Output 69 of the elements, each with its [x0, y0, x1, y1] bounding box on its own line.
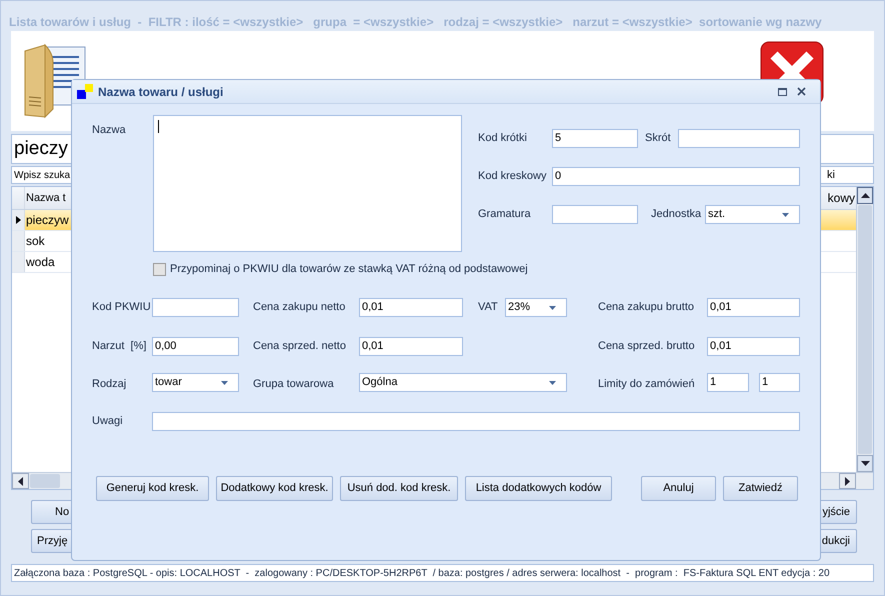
- field-label: Cena sprzed. brutto: [598, 339, 695, 354]
- input-field[interactable]: 0,01: [707, 337, 800, 356]
- column-header[interactable]: kowy: [828, 189, 855, 207]
- field-label: VAT: [478, 300, 498, 316]
- field-label: Skrót: [645, 131, 671, 146]
- field-label: Rodzaj: [92, 376, 126, 392]
- scroll-thumb[interactable]: [858, 205, 872, 454]
- dialog-button[interactable]: Usuń dod. kod kresk.: [340, 476, 458, 501]
- input-field[interactable]: 0,01: [707, 298, 800, 317]
- scroll-right-arrow-icon[interactable]: [845, 476, 850, 486]
- field-label: Grupa towarowa: [253, 376, 334, 392]
- dropdown-arrow-icon: [549, 306, 556, 310]
- field-label: Uwagi: [92, 414, 123, 430]
- input-field[interactable]: [678, 129, 800, 148]
- scroll-thumb[interactable]: [30, 474, 60, 488]
- input-field[interactable]: [152, 412, 800, 431]
- field-label: Cena zakupu brutto: [598, 300, 694, 316]
- window-title: Lista towarów i usług - FILTR : ilość = <wszystkie> grupa = <wszystkie> rodzaj = <wszystkie> narzut = <wszystkie> sortowanie wg nazwy: [9, 15, 822, 29]
- input-field[interactable]: [152, 298, 239, 317]
- dropdown-arrow-icon: [549, 380, 556, 384]
- maximize-icon[interactable]: [778, 88, 787, 96]
- dialog-title: Nazwa towaru / usługi: [98, 84, 224, 100]
- close-icon[interactable]: [797, 87, 806, 96]
- field-label: Limity do zamówień: [598, 376, 695, 392]
- input-field[interactable]: 1: [707, 373, 749, 392]
- dropdown[interactable]: towar: [152, 373, 239, 392]
- field-label: Gramatura: [478, 207, 531, 222]
- text-cursor: [158, 120, 159, 133]
- input-field[interactable]: 0,01: [359, 298, 463, 317]
- dropdown-arrow-icon: [782, 212, 789, 216]
- field-label: Cena sprzed. netto: [253, 339, 346, 354]
- dialog-button[interactable]: Anuluj: [641, 476, 716, 501]
- dialog-button[interactable]: Dodatkowy kod kresk.: [216, 476, 333, 501]
- scroll-up-arrow-icon[interactable]: [860, 193, 870, 198]
- input-field[interactable]: 1: [759, 373, 800, 392]
- field-label: Kod PKWIU: [92, 300, 151, 316]
- input-field[interactable]: 0,01: [359, 337, 463, 356]
- dialog-button[interactable]: Generuj kod kresk.: [96, 476, 209, 501]
- checkbox-label: Przypominaj o PKWIU dla towarów ze stawką VAT różną od podstawowej: [170, 262, 528, 277]
- field-label: Nazwa: [92, 124, 126, 136]
- column-header[interactable]: Nazwa t: [26, 190, 66, 206]
- scroll-down-arrow-icon[interactable]: [860, 461, 870, 466]
- input-field[interactable]: [552, 205, 638, 224]
- dropdown[interactable]: szt.: [705, 205, 800, 224]
- dropdown[interactable]: 23%: [505, 298, 567, 317]
- dropdown[interactable]: Ogólna: [359, 373, 567, 392]
- dialog-button[interactable]: Lista dodatkowych kodów: [465, 476, 612, 501]
- input-field[interactable]: 5: [552, 129, 638, 148]
- search-hint: ki: [827, 168, 835, 183]
- status-bar: Załączona baza : PostgreSQL - opis: LOCALHOST - zalogowany : PC/DESKTOP-5H2RP6T / baza: postgres / adres serwera: localhost - program : FS-Faktura SQL ENT edycja : 20: [11, 564, 874, 582]
- row-header-cell[interactable]: [12, 252, 25, 272]
- row-pointer-icon: [16, 216, 20, 224]
- dropdown-arrow-icon: [221, 380, 228, 384]
- name-text-area[interactable]: [153, 115, 462, 252]
- checkbox[interactable]: [153, 262, 166, 276]
- scroll-left-arrow-icon[interactable]: [18, 476, 23, 486]
- vertical-scrollbar[interactable]: [856, 187, 873, 472]
- dialog-button[interactable]: Zatwiedź: [723, 476, 798, 501]
- row-header-cell[interactable]: [12, 231, 25, 251]
- input-field[interactable]: 0: [552, 167, 800, 186]
- field-label: Jednostka: [651, 207, 702, 222]
- field-label: Cena zakupu netto: [253, 300, 346, 316]
- app-icon: [77, 84, 93, 100]
- field-label: Kod krótki: [478, 131, 527, 146]
- search-hint: Wpisz szuka: [14, 168, 70, 182]
- row-header-cell[interactable]: [12, 210, 25, 230]
- field-label: Narzut [%]: [92, 339, 146, 354]
- input-field[interactable]: 0,00: [152, 337, 239, 356]
- field-label: Kod kreskowy: [478, 169, 546, 184]
